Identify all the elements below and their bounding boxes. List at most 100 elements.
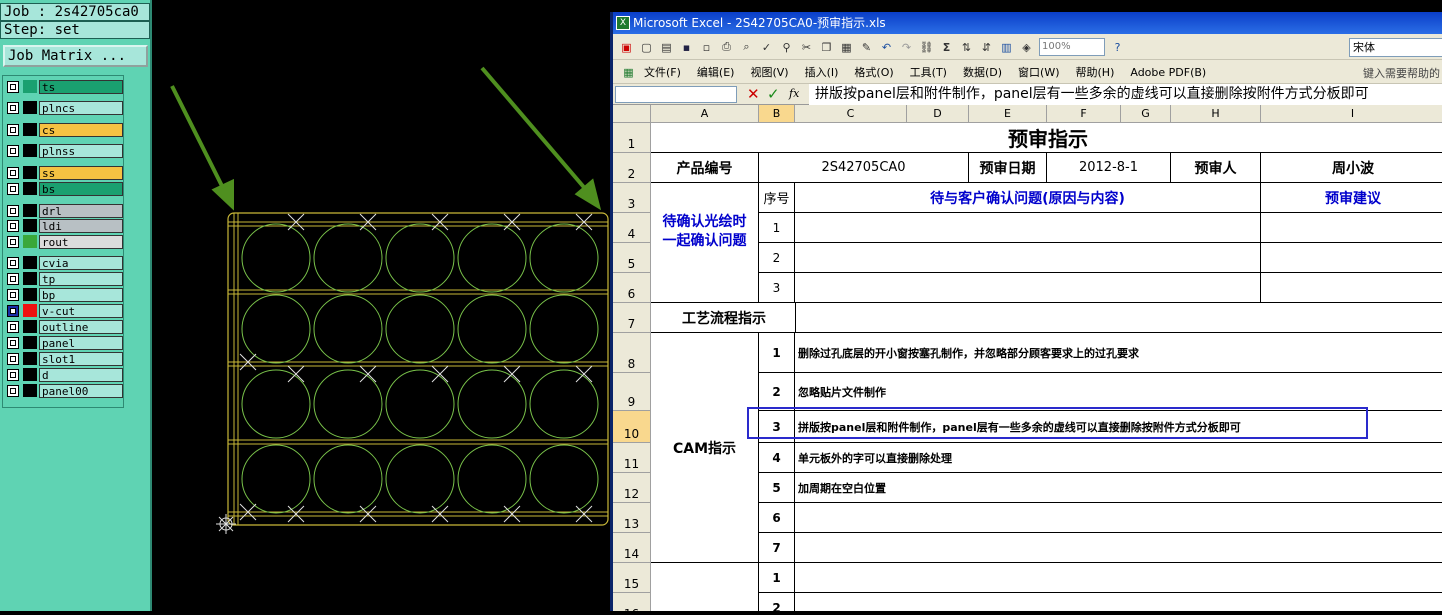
cam-label[interactable]: CAM指示 bbox=[651, 333, 759, 563]
cam-task-7[interactable] bbox=[795, 533, 1442, 563]
undo-icon[interactable]: ↶ bbox=[879, 40, 894, 55]
help-question-box[interactable]: 键入需要帮助的 bbox=[1363, 65, 1440, 81]
cam-num-1[interactable]: 1 bbox=[759, 333, 795, 373]
row-header-6[interactable]: 6 bbox=[613, 273, 651, 303]
print-icon[interactable]: ⎙ bbox=[719, 40, 734, 55]
advice-cell-1[interactable] bbox=[1261, 213, 1442, 243]
menu-format[interactable]: 格式(O) bbox=[846, 64, 901, 80]
cam-num-4[interactable]: 4 bbox=[759, 443, 795, 473]
font-name-select[interactable]: 宋体 bbox=[1349, 38, 1442, 57]
layer-checkbox[interactable] bbox=[7, 144, 19, 157]
cam-num-6[interactable]: 6 bbox=[759, 503, 795, 533]
workbook-icon[interactable]: ▦ bbox=[621, 65, 636, 80]
row-header-7[interactable]: 7 bbox=[613, 303, 651, 333]
layer-name[interactable]: slot1 bbox=[39, 351, 123, 366]
layer-name[interactable]: plncs bbox=[39, 100, 123, 115]
layer-name[interactable]: ss bbox=[39, 165, 123, 180]
layer-checkbox[interactable] bbox=[7, 80, 19, 93]
help-icon[interactable]: ? bbox=[1110, 40, 1125, 55]
hyperlink-icon[interactable]: ⛓ bbox=[919, 40, 934, 55]
menu-window[interactable]: 窗口(W) bbox=[1010, 64, 1067, 80]
column-header-d[interactable]: D bbox=[907, 105, 969, 123]
zoom-select[interactable]: 100% bbox=[1039, 38, 1105, 56]
cam-task-2[interactable]: 忽略贴片文件制作 bbox=[795, 373, 1442, 411]
issue-header[interactable]: 待与客户确认问题(原因与内容) bbox=[795, 183, 1261, 213]
permission-icon[interactable]: ▫ bbox=[699, 40, 714, 55]
next-section-label[interactable] bbox=[651, 563, 759, 611]
layer-row-rout[interactable]: rout bbox=[5, 234, 123, 249]
layer-checkbox[interactable] bbox=[7, 101, 19, 114]
advice-cell-3[interactable] bbox=[1261, 273, 1442, 303]
layer-checkbox[interactable] bbox=[7, 384, 19, 397]
layer-row-plncs[interactable]: plncs bbox=[5, 100, 123, 115]
row-header-15[interactable]: 15 bbox=[613, 563, 651, 593]
layer-row-v-cut[interactable]: v-cut bbox=[5, 303, 123, 318]
layer-name[interactable]: cvia bbox=[39, 255, 123, 270]
spelling-icon[interactable]: ✓ bbox=[759, 40, 774, 55]
print-preview-icon[interactable]: ⌕ bbox=[739, 40, 754, 55]
process-cell[interactable] bbox=[795, 303, 1442, 333]
menu-adobe-pdf[interactable]: Adobe PDF(B) bbox=[1122, 66, 1214, 79]
row-header-3[interactable]: 3 bbox=[613, 183, 651, 213]
layer-checkbox[interactable] bbox=[7, 368, 19, 381]
next-num-1[interactable]: 1 bbox=[759, 563, 795, 593]
row-header-8[interactable]: 8 bbox=[613, 333, 651, 373]
menu-data[interactable]: 数据(D) bbox=[955, 64, 1010, 80]
layer-row-cs[interactable]: cs bbox=[5, 122, 123, 137]
autosum-icon[interactable]: Σ bbox=[939, 40, 954, 55]
menu-insert[interactable]: 插入(I) bbox=[797, 64, 847, 80]
layer-row-d[interactable]: d bbox=[5, 367, 123, 382]
row-header-5[interactable]: 5 bbox=[613, 243, 651, 273]
layer-name[interactable]: ts bbox=[39, 79, 123, 94]
layer-checkbox[interactable] bbox=[7, 166, 19, 179]
layer-row-panel00[interactable]: panel00 bbox=[5, 383, 123, 398]
layer-row-ts[interactable]: ts bbox=[5, 79, 123, 94]
menu-file[interactable]: 文件(F) bbox=[636, 64, 689, 80]
layer-checkbox[interactable] bbox=[7, 336, 19, 349]
layer-name[interactable]: tp bbox=[39, 271, 123, 286]
issue-num-3[interactable]: 3 bbox=[759, 273, 795, 303]
layer-row-tp[interactable]: tp bbox=[5, 271, 123, 286]
row-header-1[interactable]: 1 bbox=[613, 123, 651, 153]
issue-cell-1[interactable] bbox=[795, 213, 1261, 243]
layer-row-bs[interactable]: bs bbox=[5, 181, 123, 196]
reviewer-value[interactable]: 周小波 bbox=[1261, 153, 1442, 183]
sheet-title[interactable]: 预审指示 bbox=[651, 123, 1442, 153]
job-matrix-button[interactable]: Job Matrix ... bbox=[3, 45, 148, 67]
row-header-14[interactable]: 14 bbox=[613, 533, 651, 563]
column-header-h[interactable]: H bbox=[1171, 105, 1261, 123]
pdf-icon[interactable]: ▣ bbox=[619, 40, 634, 55]
paste-icon[interactable]: ▦ bbox=[839, 40, 854, 55]
seq-header[interactable]: 序号 bbox=[759, 183, 795, 213]
row-header-12[interactable]: 12 bbox=[613, 473, 651, 503]
sort-descending-icon[interactable]: ⇵ bbox=[979, 40, 994, 55]
layer-checkbox[interactable] bbox=[7, 235, 19, 248]
issue-num-1[interactable]: 1 bbox=[759, 213, 795, 243]
name-box[interactable] bbox=[615, 86, 737, 103]
layer-row-drl[interactable]: drl bbox=[5, 203, 123, 218]
cam-num-2[interactable]: 2 bbox=[759, 373, 795, 411]
cam-graphics-view[interactable] bbox=[152, 0, 610, 611]
layer-name[interactable]: d bbox=[39, 367, 123, 382]
layer-checkbox[interactable] bbox=[7, 123, 19, 136]
layer-checkbox[interactable] bbox=[7, 352, 19, 365]
open-icon[interactable]: ▤ bbox=[659, 40, 674, 55]
product-no-label[interactable]: 产品编号 bbox=[651, 153, 759, 183]
menu-edit[interactable]: 编辑(E) bbox=[689, 64, 743, 80]
layer-name[interactable]: ldi bbox=[39, 218, 123, 233]
layer-name[interactable]: cs bbox=[39, 122, 123, 137]
cam-task-4[interactable]: 单元板外的字可以直接删除处理 bbox=[795, 443, 1442, 473]
column-header-i[interactable]: I bbox=[1261, 105, 1442, 123]
cam-task-6[interactable] bbox=[795, 503, 1442, 533]
drawing-icon[interactable]: ◈ bbox=[1019, 40, 1034, 55]
chart-wizard-icon[interactable]: ▥ bbox=[999, 40, 1014, 55]
layer-name[interactable]: panel bbox=[39, 335, 123, 350]
layer-row-bp[interactable]: bp bbox=[5, 287, 123, 302]
row-header-9[interactable]: 9 bbox=[613, 373, 651, 411]
layer-name[interactable]: v-cut bbox=[39, 303, 123, 318]
cancel-icon[interactable]: ✕ bbox=[747, 85, 760, 103]
next-cell-1[interactable] bbox=[795, 563, 1442, 593]
formula-input[interactable]: 拼版按panel层和附件制作，panel层有一些多余的虚线可以直接删除按附件方式… bbox=[809, 84, 1442, 105]
menu-help[interactable]: 帮助(H) bbox=[1068, 64, 1123, 80]
layer-row-ldi[interactable]: ldi bbox=[5, 218, 123, 233]
